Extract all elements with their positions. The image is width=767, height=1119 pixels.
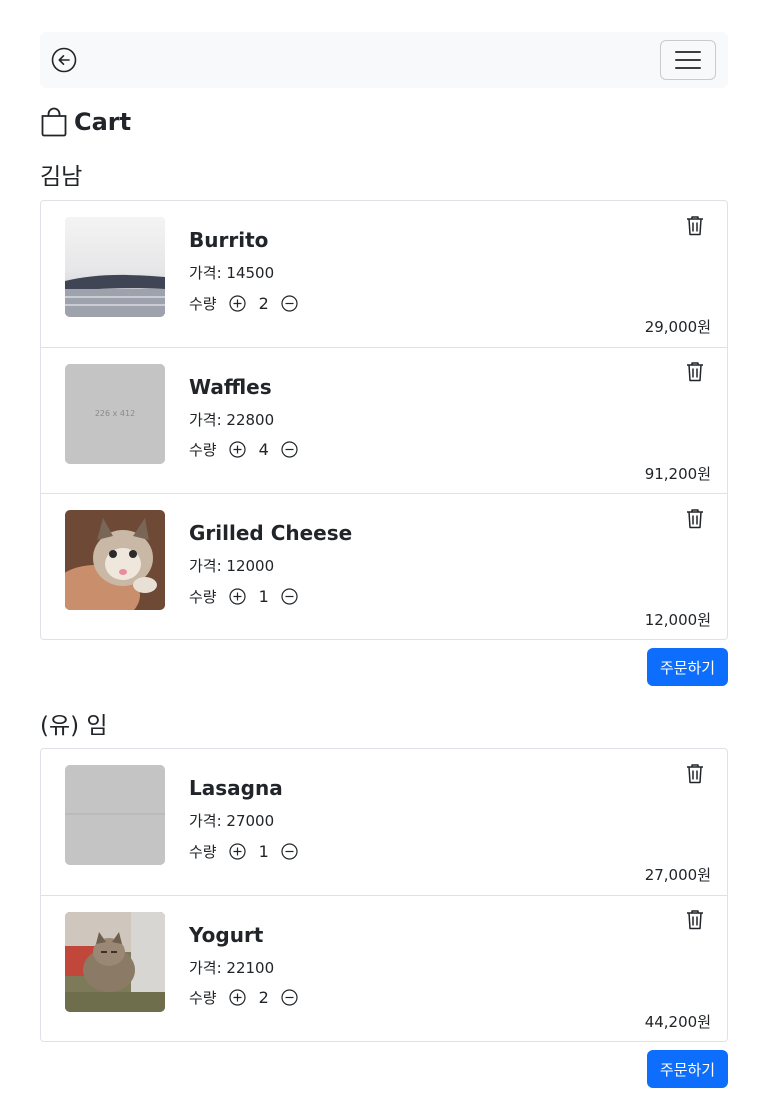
trash-icon (687, 215, 703, 235)
increase-quantity-button[interactable] (229, 587, 247, 605)
quantity-label: 수량 (189, 842, 217, 861)
quantity-value: 1 (258, 586, 269, 606)
delete-item-button[interactable] (685, 762, 705, 784)
item-subtotal: 44,200원 (644, 1012, 711, 1031)
order-button[interactable]: 주문하기 (647, 648, 728, 686)
delete-item-button[interactable] (685, 507, 705, 529)
increase-quantity-button[interactable] (229, 441, 247, 459)
minus-circle-icon (281, 441, 298, 458)
menu-toggle-button[interactable] (660, 40, 716, 80)
quantity-control: 수량 1 (189, 841, 299, 861)
product-price: 가격: 22100 (189, 958, 275, 977)
page-title: Cart (40, 106, 131, 138)
minus-circle-icon (281, 842, 298, 860)
page-title-text: Cart (74, 108, 132, 136)
quantity-label: 수량 (189, 441, 217, 459)
order-button[interactable]: 주문하기 (647, 1050, 728, 1088)
cart-item: Lasagna 가격: 27000 수량 1 27,000원 (41, 749, 727, 896)
minus-circle-icon (281, 587, 298, 605)
cart-item: Yogurt 가격: 22100 수량 2 44,200원 (41, 896, 727, 1042)
plus-circle-icon (229, 587, 246, 605)
cart-list: Lasagna 가격: 27000 수량 1 27,000원 Yogurt 가격… (40, 748, 728, 1042)
quantity-label: 수량 (189, 294, 217, 313)
decrease-quantity-button[interactable] (281, 842, 299, 860)
item-subtotal: 12,000원 (644, 611, 711, 629)
delete-item-button[interactable] (685, 909, 705, 931)
arrow-left-circle-icon (51, 47, 77, 73)
increase-quantity-button[interactable] (229, 294, 247, 312)
decrease-quantity-button[interactable] (281, 587, 299, 605)
product-image: 226 x 412 (65, 363, 165, 464)
product-image (65, 510, 165, 610)
product-name: Burrito (189, 228, 269, 252)
item-subtotal: 91,200원 (644, 464, 711, 483)
product-price: 가격: 27000 (189, 812, 275, 830)
quantity-control: 수량 2 (189, 293, 299, 313)
plus-circle-icon (229, 842, 246, 860)
plus-circle-icon (229, 441, 246, 458)
trash-icon (687, 362, 703, 382)
delete-item-button[interactable] (685, 214, 705, 236)
quantity-label: 수량 (189, 989, 217, 1007)
minus-circle-icon (281, 294, 298, 312)
trash-icon (687, 508, 703, 528)
minus-circle-icon (281, 989, 298, 1006)
store-name: 김남 (40, 164, 83, 190)
product-image (65, 765, 165, 865)
quantity-value: 2 (258, 293, 269, 313)
quantity-control: 수량 1 (189, 586, 299, 606)
product-name: Grilled Cheese (189, 521, 353, 545)
hamburger-icon (675, 51, 701, 69)
trash-icon (687, 910, 703, 930)
shopping-bag-icon (41, 107, 67, 137)
decrease-quantity-button[interactable] (281, 989, 299, 1007)
product-image (65, 911, 165, 1012)
cart-item: Grilled Cheese 가격: 12000 수량 1 12,000원 (41, 494, 727, 639)
product-price: 가격: 22800 (189, 410, 275, 429)
back-button[interactable] (51, 47, 77, 73)
cart-list: Burrito 가격: 14500 수량 2 29,000원 226 x 412… (40, 200, 728, 640)
product-name: Yogurt (189, 922, 264, 947)
product-image (65, 217, 165, 317)
decrease-quantity-button[interactable] (281, 294, 299, 312)
quantity-value: 2 (258, 988, 269, 1007)
increase-quantity-button[interactable] (229, 989, 247, 1007)
placeholder-text: 226 x 412 (95, 409, 135, 418)
quantity-control: 수량 4 (189, 440, 299, 460)
navbar (40, 32, 728, 88)
product-price: 가격: 14500 (189, 264, 275, 282)
trash-icon (687, 763, 703, 783)
quantity-control: 수량 2 (189, 988, 299, 1008)
product-name: Waffles (189, 374, 272, 399)
delete-item-button[interactable] (685, 361, 705, 383)
quantity-label: 수량 (189, 587, 217, 606)
store-name: (유) 임 (40, 713, 108, 739)
cart-item: 226 x 412 Waffles 가격: 22800 수량 4 91,200원 (41, 348, 727, 494)
item-subtotal: 27,000원 (644, 866, 711, 884)
cart-item: Burrito 가격: 14500 수량 2 29,000원 (41, 201, 727, 348)
product-price: 가격: 12000 (189, 557, 275, 575)
increase-quantity-button[interactable] (229, 842, 247, 860)
plus-circle-icon (229, 989, 246, 1006)
plus-circle-icon (229, 294, 246, 312)
quantity-value: 4 (258, 440, 269, 459)
product-name: Lasagna (189, 776, 283, 800)
quantity-value: 1 (258, 841, 269, 861)
decrease-quantity-button[interactable] (281, 441, 299, 459)
item-subtotal: 29,000원 (644, 318, 711, 336)
